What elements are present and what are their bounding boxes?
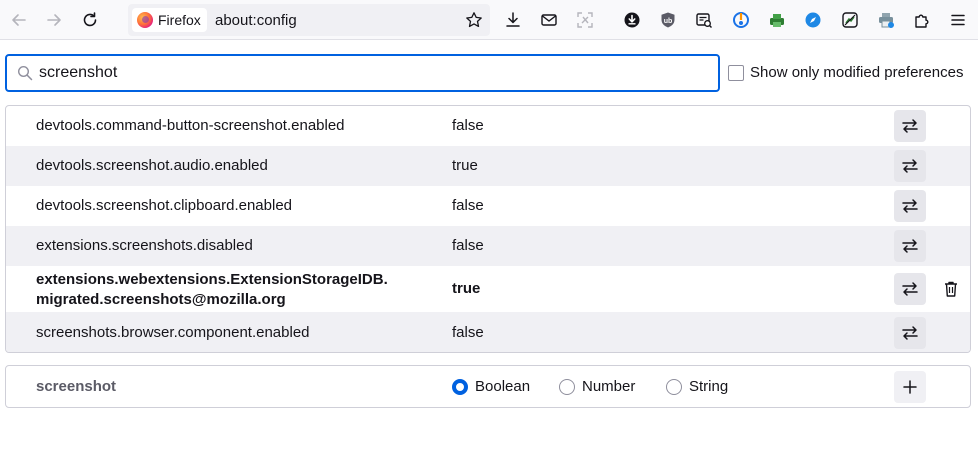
bookmark-star-button[interactable] — [464, 10, 484, 30]
reset-delete-button[interactable] — [942, 279, 960, 299]
pref-name: screenshots.browser.component.enabled — [36, 324, 310, 341]
extension-b-button[interactable] — [765, 8, 789, 32]
extension-c-icon — [842, 12, 858, 28]
pref-name: extensions.screenshots.disabled — [36, 237, 253, 254]
ublock-icon: ub — [661, 12, 675, 28]
radio-unselected-icon[interactable] — [559, 378, 575, 395]
menu-icon — [951, 14, 965, 26]
toggle-arrows-icon — [902, 199, 918, 213]
svg-text:ub: ub — [664, 18, 673, 25]
pref-name: extensions.webextensions.ExtensionStorag… — [36, 270, 388, 310]
save-page-icon — [624, 12, 640, 28]
reader-extension-button[interactable] — [692, 8, 716, 32]
type-radio-string[interactable]: String — [666, 378, 728, 395]
pref-name-line-1: extensions.webextensions.ExtensionStorag… — [36, 271, 388, 288]
back-icon — [12, 14, 26, 26]
toggle-arrows-icon — [902, 239, 918, 253]
pref-value[interactable]: true — [452, 279, 480, 299]
toggle-arrows-icon — [902, 282, 918, 296]
table-row-modified: extensions.webextensions.ExtensionStorag… — [6, 266, 970, 312]
extensions-icon — [915, 14, 929, 28]
mail-icon — [541, 14, 557, 26]
reload-button[interactable] — [76, 6, 104, 34]
pref-name: devtools.screenshot.audio.enabled — [36, 157, 268, 174]
search-icon — [17, 65, 33, 81]
extensions-button[interactable] — [910, 8, 934, 32]
identity-label: Firefox — [158, 12, 201, 28]
radio-unselected-icon[interactable] — [666, 378, 682, 395]
identity-box[interactable]: Firefox — [132, 8, 207, 32]
save-page-button[interactable] — [620, 8, 644, 32]
show-modified-checkbox[interactable] — [728, 64, 744, 81]
forward-button[interactable] — [40, 6, 68, 34]
search-field[interactable] — [5, 54, 720, 92]
extension-a-icon — [733, 12, 749, 28]
pref-name: devtools.screenshot.clipboard.enabled — [36, 197, 293, 214]
download-icon — [506, 12, 520, 27]
downloads-button[interactable] — [501, 8, 525, 32]
show-modified-toggle[interactable]: Show only modified preferences — [728, 64, 963, 81]
compass-extension-button[interactable] — [801, 8, 825, 32]
pref-value[interactable]: true — [452, 156, 478, 176]
url-bar[interactable]: Firefox about:config — [128, 4, 490, 36]
type-radio-boolean[interactable]: Boolean — [452, 378, 530, 395]
radio-label: Number — [582, 378, 636, 395]
extension-c-button[interactable] — [838, 8, 862, 32]
forward-icon — [47, 14, 61, 26]
toggle-button[interactable] — [894, 230, 926, 262]
table-row: devtools.command-button-screenshot.enabl… — [6, 106, 970, 146]
print-icon — [879, 13, 894, 28]
toggle-arrows-icon — [902, 159, 918, 173]
extension-b-icon — [770, 14, 784, 27]
pref-value[interactable]: false — [452, 323, 484, 343]
navigation-toolbar: Firefox about:config ub — [0, 0, 978, 40]
app-menu-button[interactable] — [946, 8, 970, 32]
pref-name-line-2: migrated.screenshots@mozilla.org — [36, 291, 286, 308]
toggle-button[interactable] — [894, 150, 926, 182]
table-row: screenshots.browser.component.enabled fa… — [6, 312, 970, 352]
table-row: devtools.screenshot.clipboard.enabled fa… — [6, 186, 970, 226]
plus-icon — [903, 380, 917, 394]
reload-icon — [83, 12, 97, 27]
table-row: extensions.screenshots.disabled false — [6, 226, 970, 266]
radio-label: Boolean — [475, 378, 531, 395]
screenshot-icon — [577, 12, 593, 28]
new-pref-name: screenshot — [36, 378, 117, 395]
print-extension-button[interactable] — [874, 8, 898, 32]
pref-value[interactable]: false — [452, 196, 484, 216]
back-button[interactable] — [5, 6, 33, 34]
add-button[interactable] — [894, 371, 926, 403]
compass-icon — [805, 12, 821, 28]
reader-icon — [696, 13, 712, 28]
toggle-button[interactable] — [894, 190, 926, 222]
add-preference-row: screenshot Boolean Number String — [5, 365, 971, 408]
screenshot-button[interactable] — [573, 8, 597, 32]
extension-a-button[interactable] — [729, 8, 753, 32]
radio-selected-icon[interactable] — [452, 378, 468, 395]
trash-icon — [945, 281, 957, 297]
star-icon — [466, 12, 482, 28]
show-modified-label: Show only modified preferences — [750, 64, 964, 81]
radio-label: String — [689, 378, 729, 395]
toggle-arrows-icon — [902, 326, 918, 340]
toggle-arrows-icon — [902, 119, 918, 133]
url-text[interactable]: about:config — [215, 12, 297, 29]
preferences-table: devtools.command-button-screenshot.enabl… — [5, 105, 971, 353]
toggle-button[interactable] — [894, 110, 926, 142]
toggle-button[interactable] — [894, 273, 926, 305]
pref-name: devtools.command-button-screenshot.enabl… — [36, 117, 345, 134]
search-input[interactable] — [39, 61, 699, 85]
email-link-button[interactable] — [537, 8, 561, 32]
ublock-button[interactable]: ub — [656, 8, 680, 32]
table-row: devtools.screenshot.audio.enabled true — [6, 146, 970, 186]
pref-value[interactable]: false — [452, 116, 484, 136]
type-radio-number[interactable]: Number — [559, 378, 635, 395]
toggle-button[interactable] — [894, 317, 926, 349]
firefox-logo-icon — [137, 12, 153, 28]
pref-value[interactable]: false — [452, 236, 484, 256]
